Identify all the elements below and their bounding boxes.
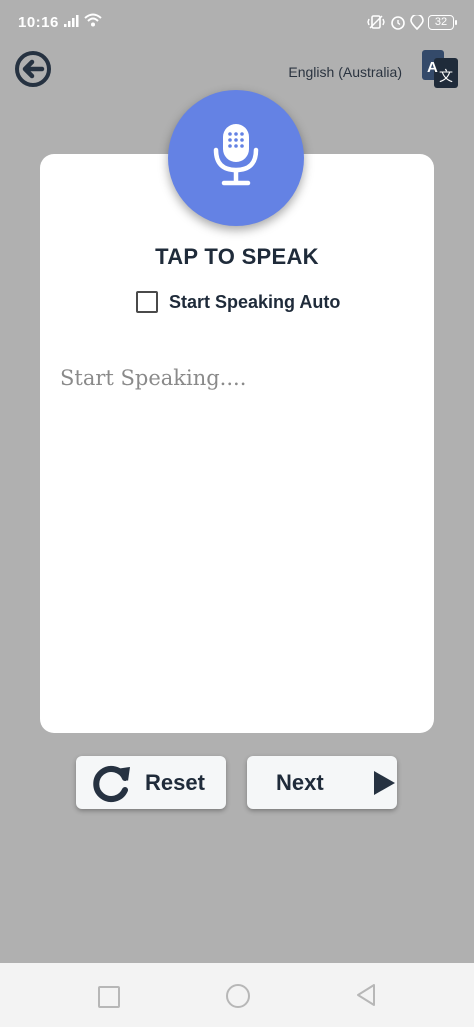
- status-bar: 10:16 32: [0, 0, 474, 46]
- speech-text-area[interactable]: Start Speaking....: [60, 366, 410, 706]
- home-circle-icon[interactable]: [226, 984, 250, 1008]
- mic-button[interactable]: [168, 90, 304, 226]
- auto-speak-label: Start Speaking Auto: [169, 291, 341, 312]
- svg-text:文: 文: [439, 69, 453, 85]
- card-title[interactable]: TAP TO SPEAK: [40, 244, 434, 270]
- auto-speak-checkbox[interactable]: [136, 291, 158, 313]
- play-icon: [373, 770, 395, 795]
- microphone-icon: [213, 124, 259, 186]
- translate-button[interactable]: A 文: [420, 48, 460, 90]
- back-arrow-icon: [15, 51, 51, 87]
- back-button[interactable]: [14, 50, 52, 88]
- location-icon: [410, 15, 424, 30]
- recents-square-icon[interactable]: [98, 986, 120, 1008]
- reset-label: Reset: [145, 769, 205, 795]
- svg-text:A: A: [427, 59, 438, 76]
- alarm-icon: [391, 16, 405, 30]
- language-label[interactable]: English (Australia): [270, 64, 402, 80]
- reset-icon: [93, 765, 130, 802]
- reset-button[interactable]: Reset: [76, 756, 226, 809]
- system-nav-bar: [0, 963, 474, 1027]
- battery-indicator: 32: [428, 15, 457, 30]
- vibrate-icon: [367, 15, 385, 29]
- status-time: 10:16: [18, 14, 59, 31]
- signal-icon: [64, 15, 79, 27]
- speech-card: TAP TO SPEAK Start Speaking Auto Start S…: [40, 154, 434, 733]
- auto-speak-toggle[interactable]: Start Speaking Auto: [136, 289, 340, 315]
- back-triangle-icon[interactable]: [355, 983, 377, 1007]
- translate-icon: A 文: [422, 50, 458, 88]
- next-label: Next: [276, 769, 324, 795]
- next-button[interactable]: Next: [247, 756, 397, 809]
- wifi-icon: [84, 13, 102, 27]
